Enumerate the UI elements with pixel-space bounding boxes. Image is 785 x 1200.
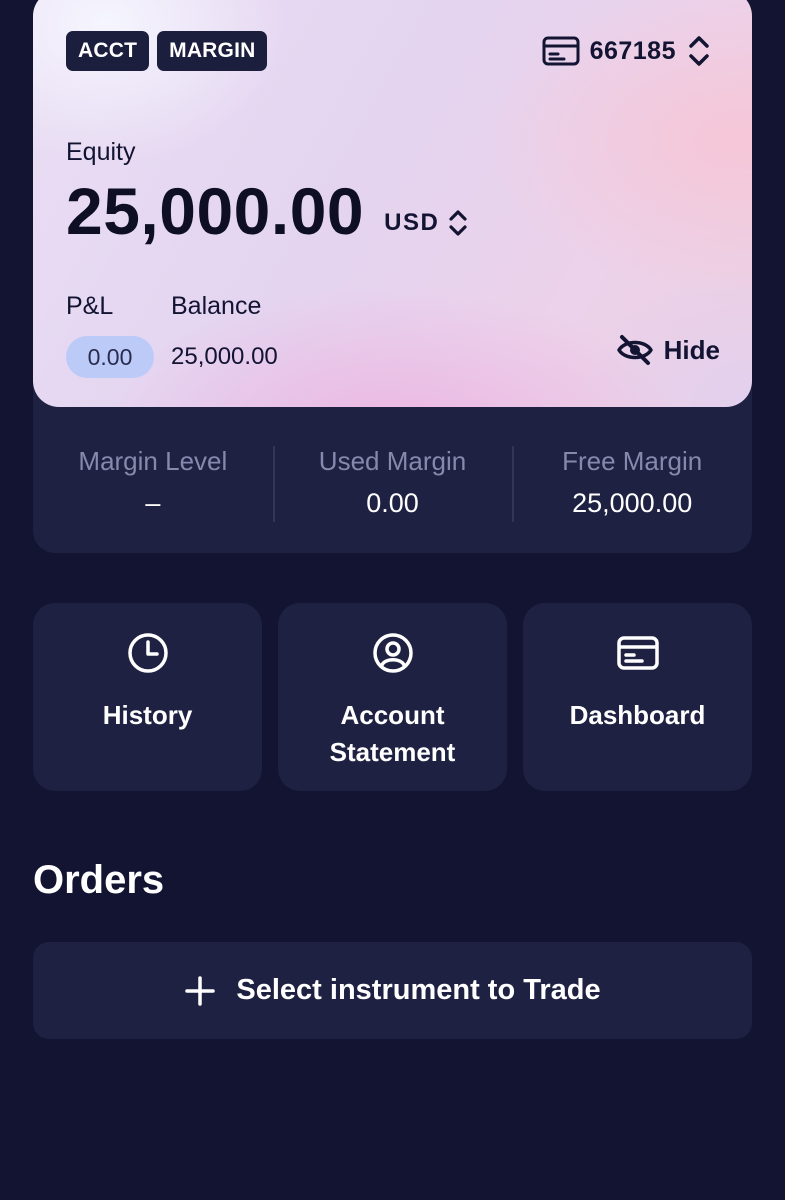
currency-selector[interactable]: USD [384, 208, 469, 238]
stat-label: Margin Level [78, 446, 228, 476]
equity-value: 25,000.00 [66, 174, 365, 248]
orders-heading: Orders [33, 858, 165, 902]
balance-value: 25,000.00 [171, 343, 278, 370]
equity-row: 25,000.00 USD [66, 172, 469, 250]
account-badges: ACCT MARGIN [66, 31, 268, 71]
stat-label: Free Margin [562, 446, 703, 476]
account-statement-button[interactable]: Account Statement [278, 603, 507, 791]
hide-balance-button[interactable]: Hide [616, 334, 720, 366]
card-icon [542, 36, 580, 66]
currency-code: USD [384, 209, 440, 236]
badge-margin: MARGIN [157, 31, 268, 71]
plus-icon [185, 975, 216, 1006]
card-icon [616, 636, 659, 670]
chevron-up-down-icon [689, 36, 709, 66]
chevron-up-down-icon [449, 210, 467, 236]
pl-block: P&L 0.00 [66, 290, 154, 378]
pl-label: P&L [66, 292, 114, 320]
stat-free-margin: Free Margin 25,000.00 [512, 444, 752, 522]
user-circle-icon [372, 633, 413, 673]
account-number: 667185 [589, 36, 676, 65]
equity-label: Equity [66, 138, 136, 166]
dashboard-label: Dashboard [569, 700, 706, 730]
balance-block: Balance 25,000.00 [171, 290, 278, 378]
history-label: History [102, 700, 193, 730]
stat-label: Used Margin [318, 446, 467, 476]
dashboard-button[interactable]: Dashboard [523, 603, 752, 791]
stat-value: 25,000.00 [572, 488, 693, 518]
account-selector[interactable]: 667185 [542, 34, 712, 68]
hide-label: Hide [663, 334, 720, 365]
stat-value: 0.00 [366, 488, 419, 518]
history-button[interactable]: History [33, 603, 262, 791]
stat-margin-level: Margin Level – [33, 444, 273, 522]
stat-used-margin: Used Margin 0.00 [272, 444, 513, 522]
quick-actions: History Account Statement Dashboard [33, 603, 752, 791]
eye-off-icon [616, 335, 653, 365]
select-instrument-label: Select instrument to Trade [236, 974, 601, 1006]
margin-stats-row: Margin Level – Used Margin 0.00 Free Mar… [33, 444, 752, 522]
pl-value-badge: 0.00 [66, 336, 154, 378]
badge-acct: ACCT [66, 31, 150, 71]
account-statement-label: Account Statement [329, 700, 456, 767]
account-card: ACCT MARGIN 667185 Equity 25,000.00 USD [33, 0, 752, 407]
account-screen: Margin Level – Used Margin 0.00 Free Mar… [0, 0, 785, 1200]
clock-icon [127, 633, 168, 673]
balance-label: Balance [171, 292, 262, 320]
select-instrument-button[interactable]: Select instrument to Trade [33, 942, 752, 1039]
stat-value: – [145, 488, 161, 518]
